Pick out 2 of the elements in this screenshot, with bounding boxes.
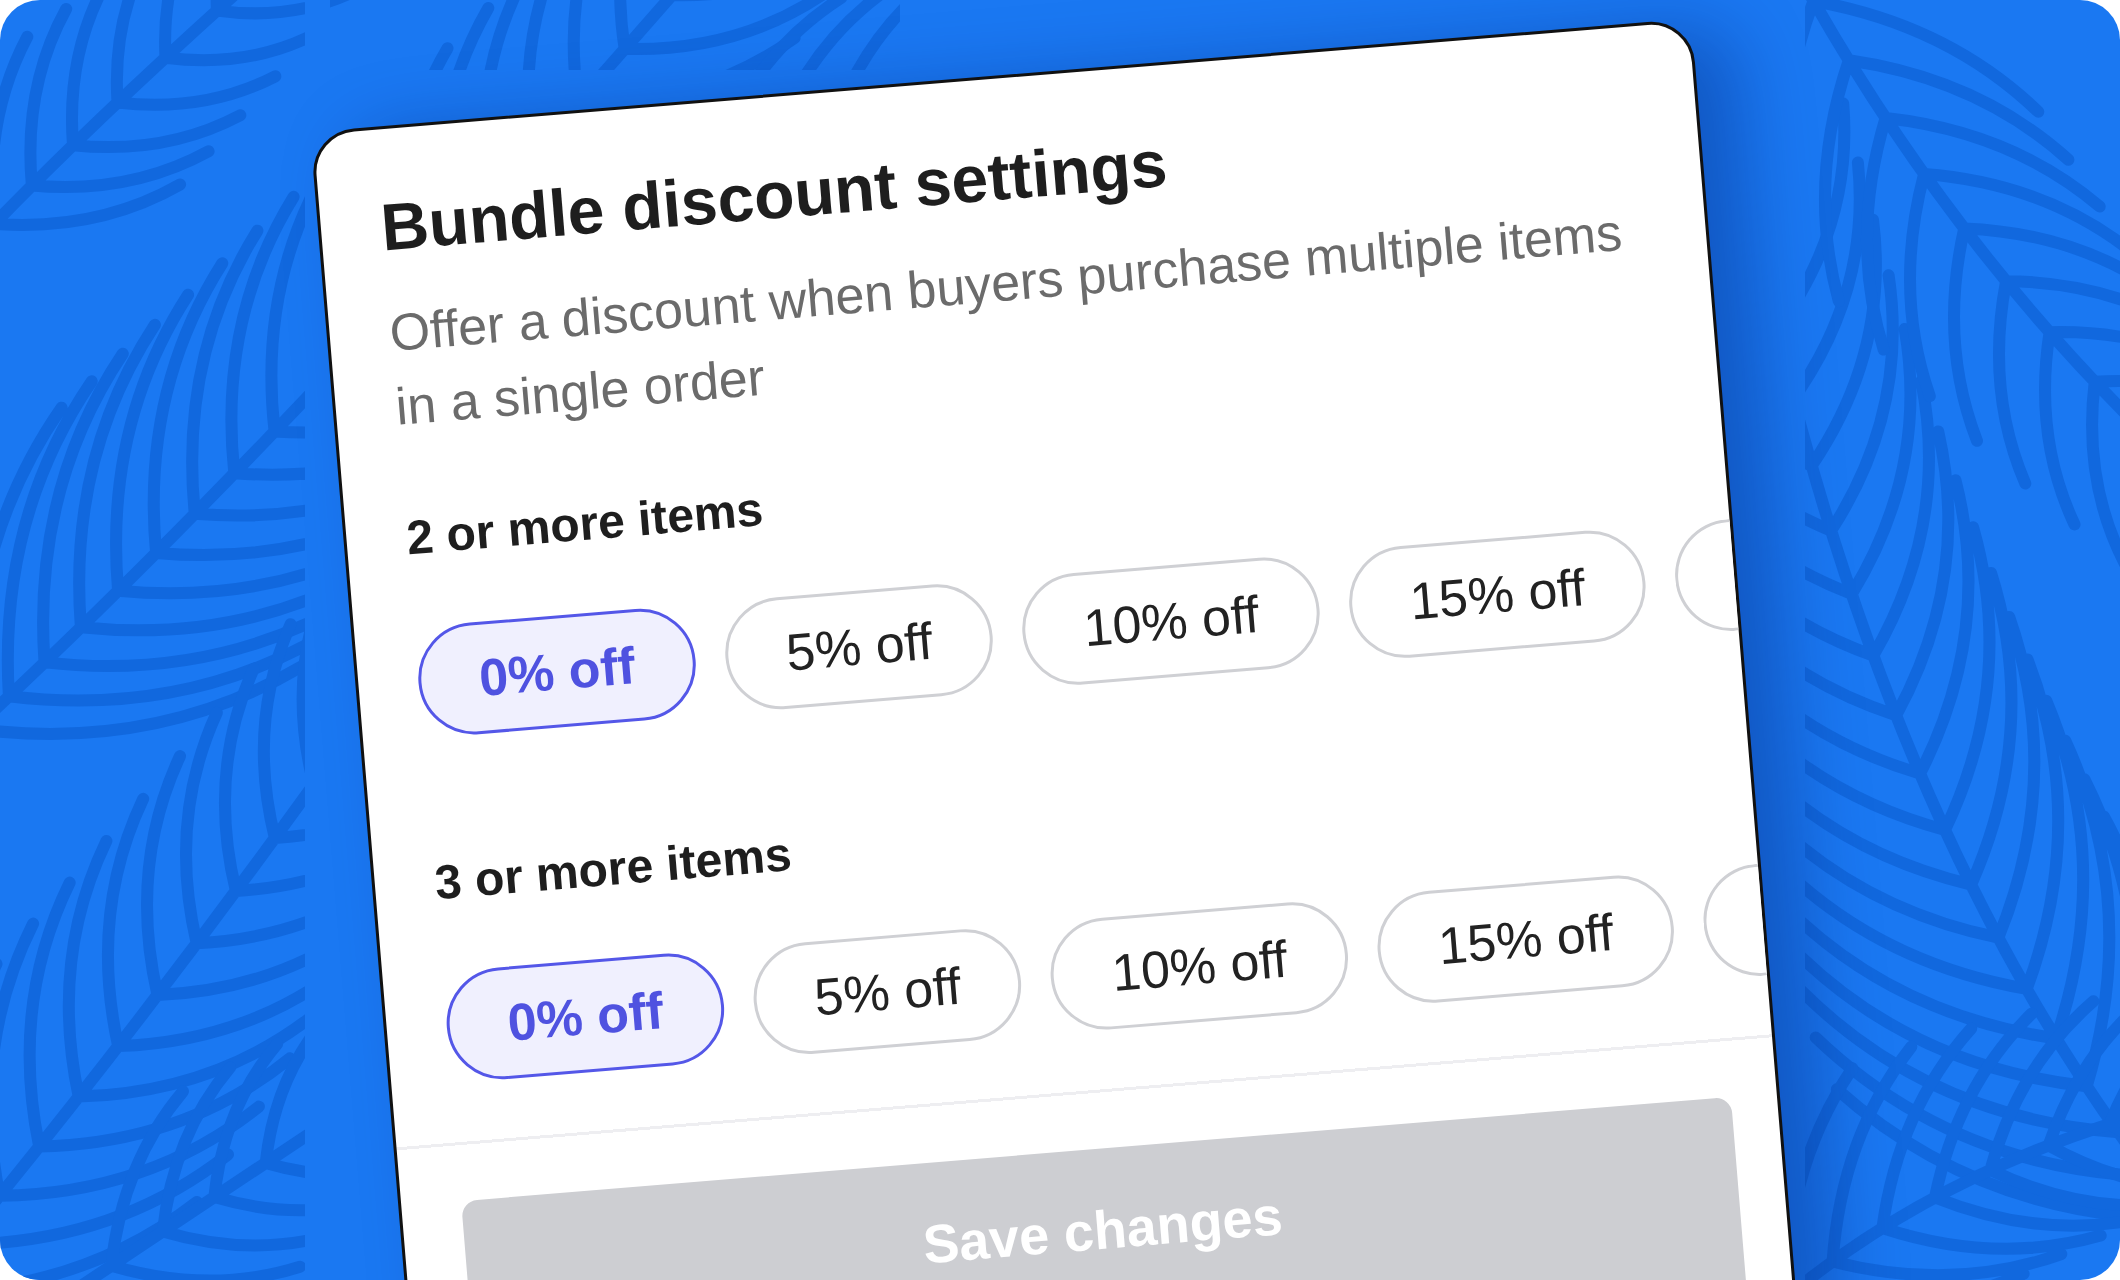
tier-label: 2 or more items xyxy=(404,481,766,566)
tier-label: 3 or more items xyxy=(432,826,794,911)
